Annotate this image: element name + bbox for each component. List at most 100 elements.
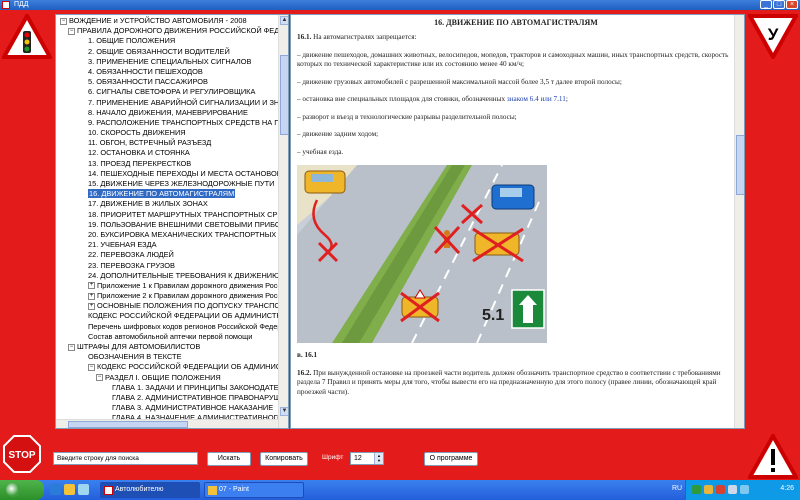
- tree-hscroll-thumb[interactable]: [68, 421, 188, 428]
- bullet-stopping: – остановка вне специальных площадок для…: [297, 95, 735, 105]
- tree-item[interactable]: 7. ПРИМЕНЕНИЕ АВАРИЙНОЙ СИГНАЛИЗАЦИИ И З…: [56, 98, 278, 108]
- tree-item-label: 4. ОБЯЗАННОСТИ ПЕШЕХОДОВ: [88, 66, 203, 76]
- figure-caption: в. 16.1: [297, 351, 318, 359]
- article-title: 16. ДВИЖЕНИЕ ПО АВТОМАГИСТРАЛЯМ: [434, 18, 598, 27]
- tree-item-label: 13. ПРОЕЗД ПЕРЕКРЕСТКОВ: [88, 158, 192, 168]
- bullet-trucks: – движение грузовых автомобилей с разреш…: [297, 77, 622, 86]
- tree-item[interactable]: 13. ПРОЕЗД ПЕРЕКРЕСТКОВ: [56, 159, 278, 169]
- tree-item[interactable]: 10. СКОРОСТЬ ДВИЖЕНИЯ: [56, 128, 278, 138]
- tree-item[interactable]: 16. ДВИЖЕНИЕ ПО АВТОМАГИСТРАЛЯМ: [56, 189, 278, 199]
- tree-vertical-scrollbar[interactable]: ▲ ▼: [278, 15, 288, 428]
- tree-item-label: ГЛАВА 1. ЗАДАЧИ И ПРИНЦИПЫ ЗАКОНОДАТЕ: [112, 382, 278, 392]
- tree-item[interactable]: 22. ПЕРЕВОЗКА ЛЮДЕЙ: [56, 250, 278, 260]
- tree-item[interactable]: − РАЗДЕЛ I. ОБЩИЕ ПОЛОЖЕНИЯ: [56, 373, 278, 383]
- tree-item-label: 23. ПЕРЕВОЗКА ГРУЗОВ: [88, 260, 175, 270]
- tree-item[interactable]: + ОСНОВНЫЕ ПОЛОЖЕНИЯ ПО ДОПУСКУ ТРАНСПОРТ: [56, 301, 278, 311]
- clock[interactable]: 4:26: [780, 485, 794, 492]
- quicklaunch-folder-icon[interactable]: [64, 484, 75, 495]
- search-input[interactable]: Введите строку для поиска: [53, 452, 198, 465]
- tree-item[interactable]: 2. ОБЩИЕ ОБЯЗАННОСТИ ВОДИТЕЛЕЙ: [56, 47, 278, 57]
- tree-item-label: 3. ПРИМЕНЕНИЕ СПЕЦИАЛЬНЫХ СИГНАЛОВ: [88, 56, 252, 66]
- search-button[interactable]: Искать: [207, 452, 251, 466]
- tray-app-icon[interactable]: [704, 485, 713, 494]
- start-button[interactable]: [0, 480, 44, 500]
- tree-item-label: 24. ДОПОЛНИТЕЛЬНЫЕ ТРЕБОВАНИЯ К ДВИЖЕНИЮ: [88, 270, 278, 280]
- motorway-illustration: 5.1: [297, 165, 547, 343]
- content-panel[interactable]: 16. ДВИЖЕНИЕ ПО АВТОМАГИСТРАЛЯМ 16.1. На…: [290, 14, 745, 429]
- spin-arrows-icon[interactable]: ▲ ▼: [374, 453, 383, 464]
- tree-item[interactable]: − ВОЖДЕНИЕ и УСТРОЙСТВО АВТОМОБИЛЯ - 2008: [56, 16, 278, 26]
- expand-icon[interactable]: +: [88, 282, 95, 290]
- about-button[interactable]: О программе: [424, 452, 478, 466]
- tray-volume-icon[interactable]: [728, 485, 737, 494]
- tree-item[interactable]: 3. ПРИМЕНЕНИЕ СПЕЦИАЛЬНЫХ СИГНАЛОВ: [56, 57, 278, 67]
- tree-item-label: 19. ПОЛЬЗОВАНИЕ ВНЕШНИМИ СВЕТОВЫМИ ПРИБО…: [88, 219, 278, 229]
- tray-display-icon[interactable]: [740, 485, 749, 494]
- tree-item[interactable]: 17. ДВИЖЕНИЕ В ЖИЛЫХ ЗОНАХ: [56, 199, 278, 209]
- maximize-button[interactable]: □: [773, 0, 785, 9]
- expand-icon[interactable]: +: [88, 292, 95, 300]
- task-label: 07 - Paint: [219, 486, 249, 493]
- tree-item-label: ОСНОВНЫЕ ПОЛОЖЕНИЯ ПО ДОПУСКУ ТРАНСПОРТ: [97, 301, 278, 311]
- tree-item[interactable]: ОБОЗНАЧЕНИЯ В ТЕКСТЕ: [56, 352, 278, 362]
- tree-item[interactable]: Перечень шифровых кодов регионов Российс…: [56, 322, 278, 332]
- collapse-icon[interactable]: −: [68, 343, 75, 351]
- language-indicator[interactable]: RU: [672, 485, 682, 492]
- tree-item[interactable]: + Приложение 1 к Правилам дорожного движе…: [56, 281, 278, 291]
- tree-panel[interactable]: − ВОЖДЕНИЕ и УСТРОЙСТВО АВТОМОБИЛЯ - 2008…: [55, 14, 289, 429]
- task-button-app[interactable]: Автолюбителю: [100, 482, 200, 498]
- tree-item[interactable]: КОДЕКС РОССИЙСКОЙ ФЕДЕРАЦИИ ОБ АДМИНИСТР: [56, 311, 278, 321]
- tree-item[interactable]: 15. ДВИЖЕНИЕ ЧЕРЕЗ ЖЕЛЕЗНОДОРОЖНЫЕ ПУТИ: [56, 179, 278, 189]
- system-tray: RU 4:26: [672, 480, 800, 500]
- tree-item[interactable]: − ПРАВИЛА ДОРОЖНОГО ДВИЖЕНИЯ РОССИЙСКОЙ Ф…: [56, 26, 278, 36]
- minimize-button[interactable]: _: [760, 0, 772, 9]
- tree-item[interactable]: 18. ПРИОРИТЕТ МАРШРУТНЫХ ТРАНСПОРТНЫХ СР…: [56, 210, 278, 220]
- font-size-stepper[interactable]: 12 ▲ ▼: [350, 452, 384, 465]
- collapse-icon[interactable]: −: [68, 27, 75, 35]
- tray-shield-icon[interactable]: [716, 485, 725, 494]
- collapse-icon[interactable]: −: [96, 374, 103, 382]
- tree-item[interactable]: 19. ПОЛЬЗОВАНИЕ ВНЕШНИМИ СВЕТОВЫМИ ПРИБО…: [56, 220, 278, 230]
- tray-network-icon[interactable]: [692, 485, 701, 494]
- scroll-up-icon[interactable]: ▲: [280, 16, 288, 25]
- tree-item[interactable]: ГЛАВА 3. АДМИНИСТРАТИВНОЕ НАКАЗАНИЕ: [56, 403, 278, 413]
- tree-item[interactable]: Состав автомобильной аптечки первой помо…: [56, 332, 278, 342]
- tree-item[interactable]: − КОДЕКС РОССИЙСКОЙ ФЕДЕРАЦИИ ОБ АДМИНИСТ: [56, 362, 278, 372]
- tree-item[interactable]: 9. РАСПОЛОЖЕНИЕ ТРАНСПОРТНЫХ СРЕДСТВ НА …: [56, 118, 278, 128]
- close-button[interactable]: ×: [786, 0, 798, 9]
- motorway-scene-image: 5.1: [297, 165, 547, 343]
- tree-scroll-thumb[interactable]: [280, 55, 288, 135]
- expand-icon[interactable]: +: [88, 302, 95, 310]
- content-scroll-thumb[interactable]: [736, 135, 744, 195]
- quicklaunch-ie-icon[interactable]: [50, 484, 61, 495]
- tree-item-label: РАЗДЕЛ I. ОБЩИЕ ПОЛОЖЕНИЯ: [105, 372, 221, 382]
- tree-item[interactable]: 6. СИГНАЛЫ СВЕТОФОРА И РЕГУЛИРОВЩИКА: [56, 87, 278, 97]
- task-button-paint[interactable]: 07 - Paint: [204, 482, 304, 498]
- tree-item-label: 20. БУКСИРОВКА МЕХАНИЧЕСКИХ ТРАНСПОРТНЫХ…: [88, 229, 278, 239]
- tree-item[interactable]: 1. ОБЩИЕ ПОЛОЖЕНИЯ: [56, 36, 278, 46]
- tree-item[interactable]: ГЛАВА 1. ЗАДАЧИ И ПРИНЦИПЫ ЗАКОНОДАТЕ: [56, 383, 278, 393]
- tree-item[interactable]: 5. ОБЯЗАННОСТИ ПАССАЖИРОВ: [56, 77, 278, 87]
- learner-driver-sign-icon: У: [748, 14, 798, 59]
- bullet-uturn: – разворот и въезд в технологические раз…: [297, 112, 517, 121]
- content-vertical-scrollbar[interactable]: [734, 15, 744, 428]
- quicklaunch-desktop-icon[interactable]: [78, 484, 89, 495]
- tree-item[interactable]: 24. ДОПОЛНИТЕЛЬНЫЕ ТРЕБОВАНИЯ К ДВИЖЕНИЮ: [56, 271, 278, 281]
- collapse-icon[interactable]: −: [60, 17, 67, 25]
- tree-item[interactable]: + Приложение 2 к Правилам дорожного движе…: [56, 291, 278, 301]
- tree-item[interactable]: 4. ОБЯЗАННОСТИ ПЕШЕХОДОВ: [56, 67, 278, 77]
- tree-item[interactable]: − ШТРАФЫ ДЛЯ АВТОМОБИЛИСТОВ: [56, 342, 278, 352]
- tree-horizontal-scrollbar[interactable]: [56, 419, 278, 428]
- tree-item[interactable]: 11. ОБГОН, ВСТРЕЧНЫЙ РАЗЪЕЗД: [56, 138, 278, 148]
- tree-item[interactable]: 23. ПЕРЕВОЗКА ГРУЗОВ: [56, 261, 278, 271]
- sign-link[interactable]: знаком 6.4 или 7.11: [507, 95, 566, 103]
- scroll-down-icon[interactable]: ▼: [280, 407, 288, 416]
- tree-item[interactable]: ГЛАВА 2. АДМИНИСТРАТИВНОЕ ПРАВОНАРУШ: [56, 393, 278, 403]
- tree-item[interactable]: 20. БУКСИРОВКА МЕХАНИЧЕСКИХ ТРАНСПОРТНЫХ…: [56, 230, 278, 240]
- copy-button[interactable]: Копировать: [260, 452, 308, 466]
- tree-item[interactable]: 21. УЧЕБНАЯ ЕЗДА: [56, 240, 278, 250]
- tree-item[interactable]: 8. НАЧАЛО ДВИЖЕНИЯ, МАНЕВРИРОВАНИЕ: [56, 108, 278, 118]
- tree-item[interactable]: 12. ОСТАНОВКА И СТОЯНКА: [56, 148, 278, 158]
- tree-item[interactable]: 14. ПЕШЕХОДНЫЕ ПЕРЕХОДЫ И МЕСТА ОСТАНОВО…: [56, 169, 278, 179]
- collapse-icon[interactable]: −: [88, 363, 95, 371]
